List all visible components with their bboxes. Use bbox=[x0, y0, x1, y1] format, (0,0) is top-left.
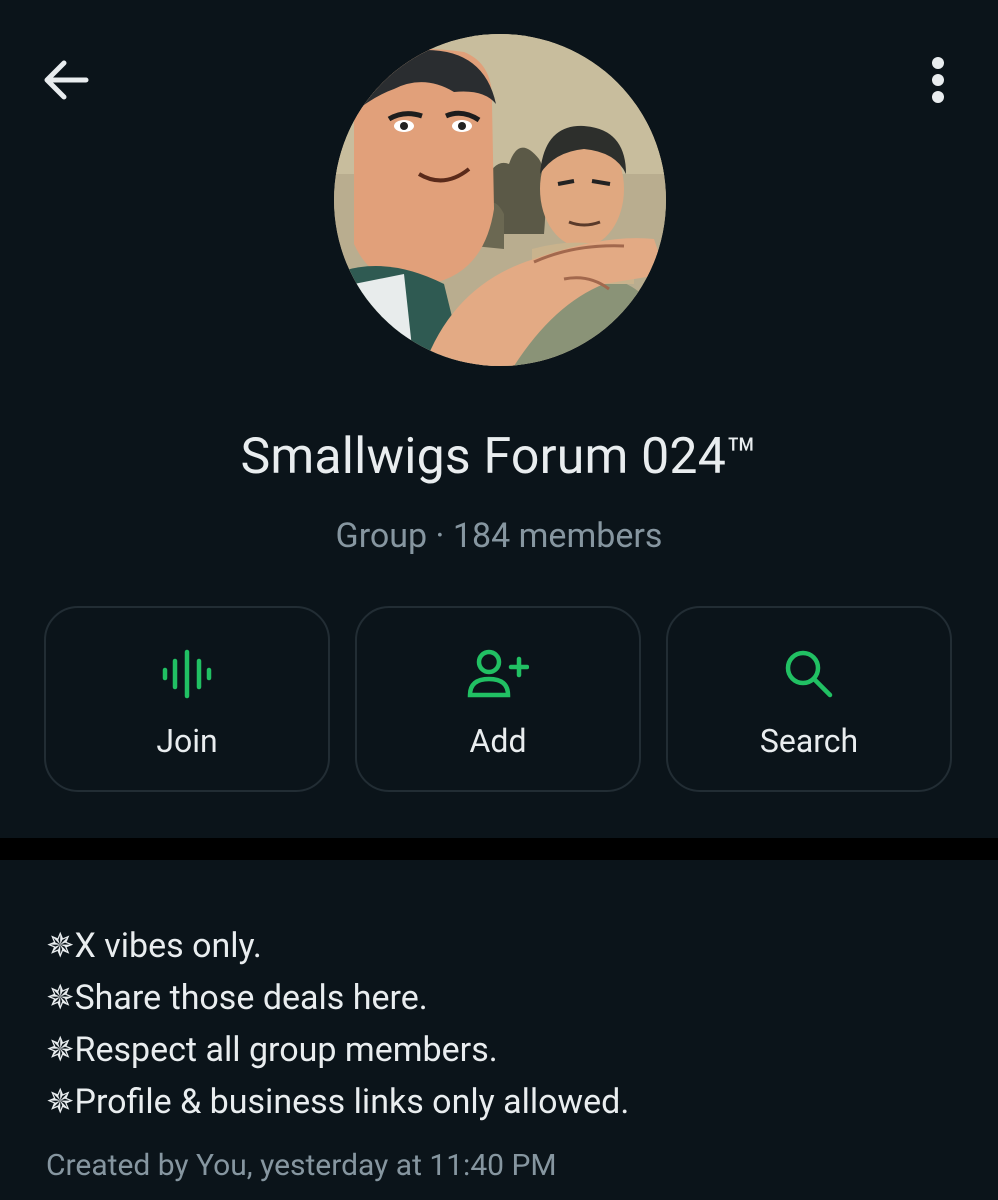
action-buttons: Join Add Search bbox=[44, 606, 954, 794]
created-info: Created by You, yesterday at 11:40 PM bbox=[46, 1148, 557, 1183]
group-description: ✵X vibes only. ✵Share those deals here. … bbox=[0, 860, 998, 1200]
search-label: Search bbox=[759, 722, 859, 760]
audio-waveform-icon bbox=[46, 646, 328, 702]
description-line: ✵X vibes only. bbox=[46, 926, 262, 966]
add-button[interactable]: Add bbox=[355, 606, 641, 792]
add-label: Add bbox=[469, 722, 527, 760]
description-text[interactable]: ✵X vibes only. ✵Share those deals here. … bbox=[46, 920, 966, 1128]
group-avatar[interactable] bbox=[334, 34, 666, 366]
search-button[interactable]: Search bbox=[666, 606, 952, 792]
group-subtitle: Group · 184 members bbox=[335, 516, 663, 556]
join-label: Join bbox=[156, 722, 218, 760]
description-line: ✵Profile & business links only allowed. bbox=[46, 1082, 630, 1122]
group-name: Smallwigs Forum 024™ bbox=[240, 428, 758, 486]
search-icon bbox=[668, 646, 950, 702]
more-options-button[interactable] bbox=[908, 50, 968, 110]
back-button[interactable] bbox=[36, 52, 96, 108]
group-info-page: Smallwigs Forum 024™ Group · 184 members bbox=[0, 0, 998, 1200]
more-vertical-icon bbox=[932, 57, 944, 103]
join-button[interactable]: Join bbox=[44, 606, 330, 792]
description-line: ✵Respect all group members. bbox=[46, 1030, 498, 1070]
description-line: ✵Share those deals here. bbox=[46, 978, 428, 1018]
arrow-left-icon bbox=[44, 60, 89, 100]
add-person-icon bbox=[357, 646, 639, 702]
section-divider bbox=[0, 838, 998, 860]
group-header: Smallwigs Forum 024™ Group · 184 members bbox=[0, 0, 998, 838]
avatar-image bbox=[334, 34, 666, 366]
